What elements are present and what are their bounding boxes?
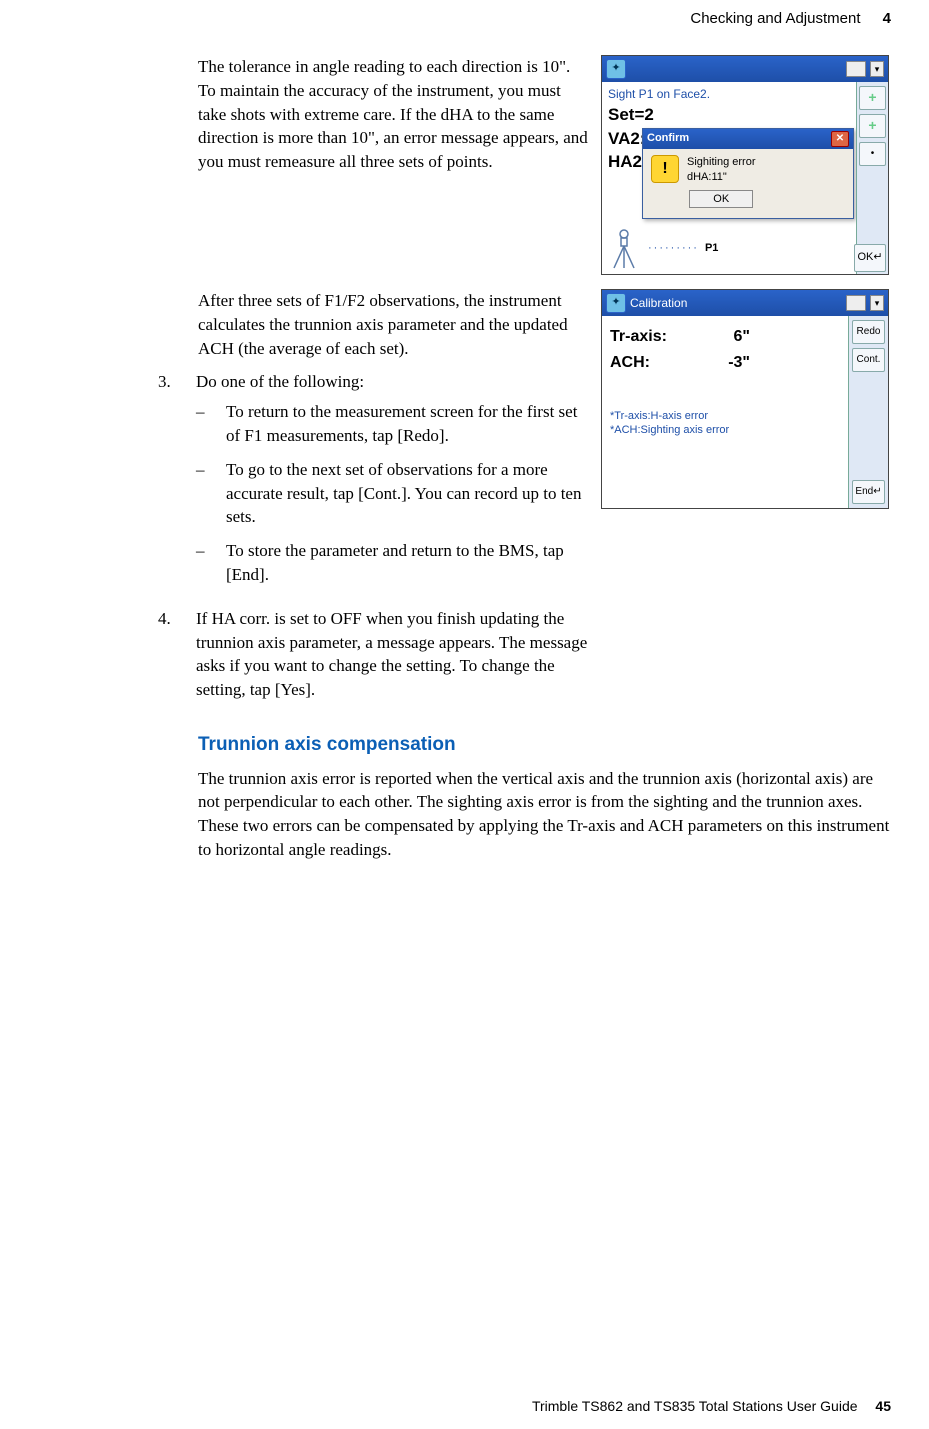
- page-number: 45: [875, 1398, 891, 1414]
- app-icon: ✦: [606, 293, 626, 313]
- dialog-line2: dHA:11": [687, 170, 755, 185]
- paragraph-trunnion: The trunnion axis error is reported when…: [198, 767, 891, 862]
- redo-button[interactable]: Redo: [852, 320, 885, 344]
- dash: –: [196, 458, 208, 529]
- footnote-2: *ACH:Sighting axis error: [610, 423, 880, 437]
- app-icon: ✦: [606, 59, 626, 79]
- guide-title: Trimble TS862 and TS835 Total Stations U…: [532, 1398, 858, 1414]
- keyboard-icon: [846, 295, 866, 311]
- step-3b: To go to the next set of observations fo…: [226, 458, 591, 529]
- dropdown-icon: ▾: [870, 61, 884, 77]
- subheading-trunnion: Trunnion axis compensation: [198, 732, 891, 759]
- dotted-line: ·········: [648, 241, 699, 256]
- cont-button[interactable]: Cont.: [852, 348, 885, 372]
- titlebar-text: Calibration: [630, 295, 842, 312]
- tripod-icon: [608, 228, 642, 270]
- ach-value: -3": [700, 352, 750, 374]
- titlebar: ✦ ▾: [602, 56, 888, 82]
- step-3-text: Do one of the following:: [196, 372, 364, 391]
- plus-button-2[interactable]: +: [859, 114, 886, 138]
- close-icon[interactable]: ✕: [831, 131, 849, 147]
- end-button[interactable]: End↵: [852, 480, 885, 504]
- side-button[interactable]: •: [859, 142, 886, 166]
- section-title: Checking and Adjustment: [690, 10, 860, 27]
- titlebar: ✦ Calibration ▾: [602, 290, 888, 316]
- tr-axis-value: 6": [700, 326, 750, 348]
- paragraph-tolerance: The tolerance in angle reading to each d…: [198, 55, 591, 174]
- ach-label: ACH:: [610, 352, 690, 374]
- footnote-1: *Tr-axis:H-axis error: [610, 409, 880, 423]
- page-footer: Trimble TS862 and TS835 Total Stations U…: [532, 1397, 891, 1417]
- survey-graphic: ········· P1: [608, 228, 718, 270]
- dialog-ok-button[interactable]: OK: [689, 190, 753, 208]
- tr-axis-label: Tr-axis:: [610, 326, 690, 348]
- dash: –: [196, 400, 208, 448]
- side-toolbar: Redo Cont. End↵: [848, 316, 888, 508]
- dropdown-icon: ▾: [870, 295, 884, 311]
- dialog-line1: Sighiting error: [687, 155, 755, 170]
- confirm-dialog: Confirm ✕ ! Sighiting error dHA:11" OK: [642, 128, 854, 219]
- screenshot-confirm-error: ✦ ▾ Sight P1 on Face2. Set=2 VA2: HA2: C…: [601, 55, 889, 275]
- page-header: Checking and Adjustment 4: [90, 8, 891, 29]
- step-number-4: 4.: [158, 607, 178, 702]
- plus-button[interactable]: +: [859, 86, 886, 110]
- hint-text: Sight P1 on Face2.: [608, 86, 882, 103]
- set-label: Set=2: [608, 103, 882, 127]
- dash: –: [196, 539, 208, 587]
- step-3c: To store the parameter and return to the…: [226, 539, 591, 587]
- ok-button[interactable]: OK↵: [854, 244, 886, 272]
- keyboard-icon: [846, 61, 866, 77]
- screenshot-calibration: ✦ Calibration ▾ Tr-axis: 6" ACH: -3": [601, 289, 889, 509]
- chapter-number: 4: [883, 10, 891, 27]
- step-4-text: If HA corr. is set to OFF when you finis…: [196, 609, 587, 699]
- p1-label: P1: [705, 241, 718, 256]
- paragraph-after-obs: After three sets of F1/F2 observations, …: [198, 289, 591, 360]
- warning-icon: !: [651, 155, 679, 183]
- dialog-title: Confirm: [647, 131, 689, 146]
- step-3a: To return to the measurement screen for …: [226, 400, 591, 448]
- step-number-3: 3.: [158, 370, 178, 596]
